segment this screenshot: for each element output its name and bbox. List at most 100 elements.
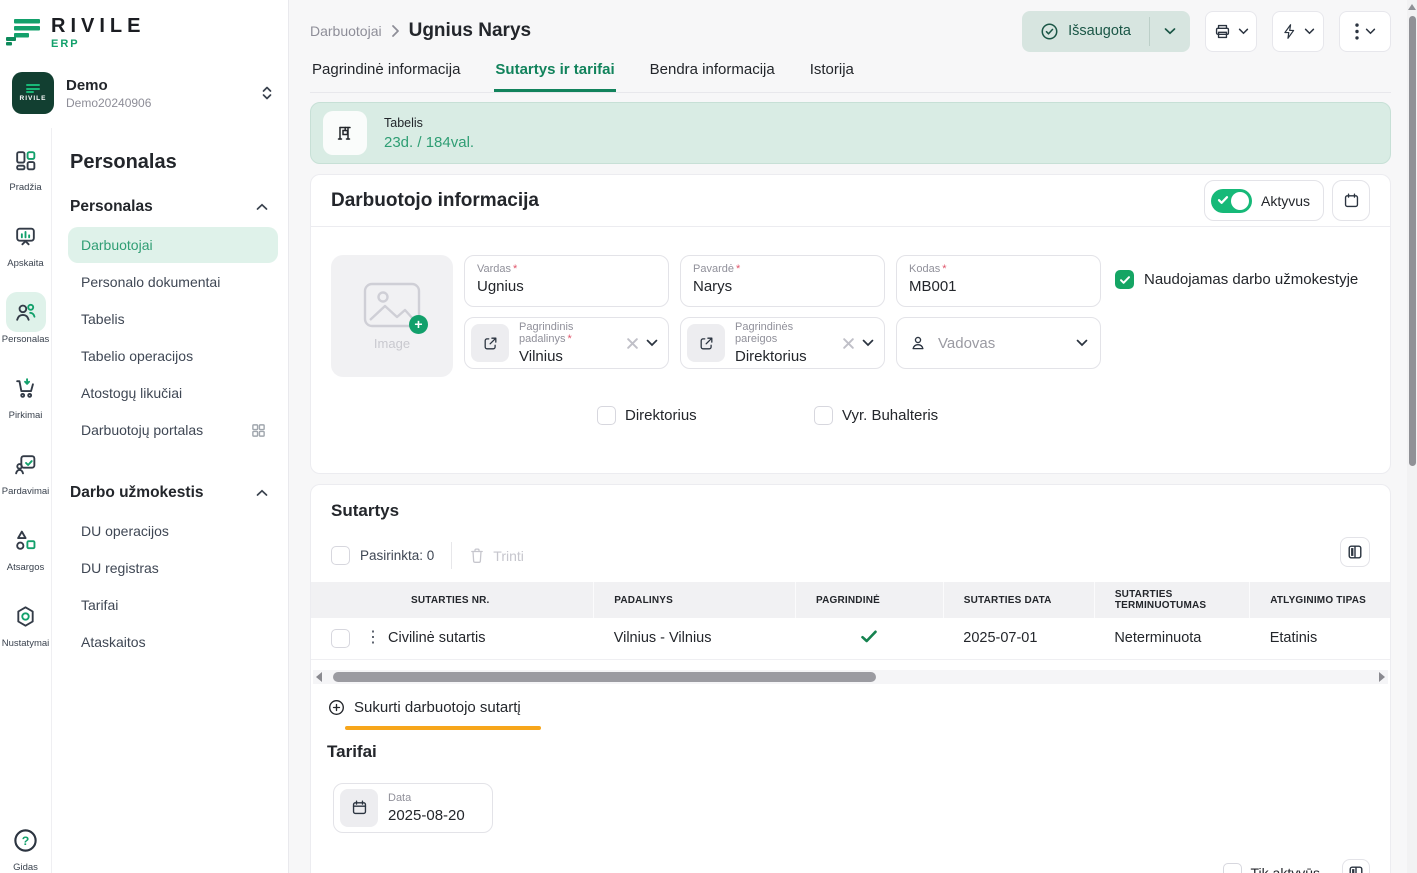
tab-bendra-informacija[interactable]: Bendra informacija xyxy=(649,54,776,92)
toggle-switch[interactable] xyxy=(1211,189,1252,213)
main-position-select[interactable]: Pagrindinės pareigos Direktorius xyxy=(680,317,885,369)
external-link-icon[interactable] xyxy=(687,324,725,362)
grid-icon xyxy=(251,423,266,438)
org-logo: RIVILE xyxy=(12,72,54,114)
scroll-up-arrow[interactable] xyxy=(1408,4,1416,10)
column-settings-button[interactable] xyxy=(1342,859,1370,873)
chevron-right-icon xyxy=(391,24,400,38)
rivile-logo-icon xyxy=(6,13,42,47)
chevron-down-icon[interactable] xyxy=(646,339,658,347)
gear-icon xyxy=(6,596,46,636)
col-atlyginimo-tipas[interactable]: ATLYGINIMO TIPAS xyxy=(1250,582,1390,618)
col-padalinys[interactable]: PADALINYS xyxy=(594,582,796,618)
scroll-right-arrow[interactable] xyxy=(1379,672,1385,682)
menu-group-personalas[interactable]: Personalas xyxy=(68,188,278,226)
table-row[interactable]: ⋮ Civilinė sutartis Vilnius - Vilnius 20… xyxy=(311,618,1390,659)
code-value: MB001 xyxy=(909,278,1088,295)
external-link-icon[interactable] xyxy=(471,324,509,362)
row-kebab-icon[interactable]: ⋮ xyxy=(365,631,373,645)
sidebar-item-du-operacijos[interactable]: DU operacijos xyxy=(68,513,278,549)
rail-item-pradzia[interactable]: Pradžia xyxy=(0,140,52,193)
sidebar-item-darbuotoju-portalas[interactable]: Darbuotojų portalas xyxy=(68,412,278,448)
tab-sutartys-ir-tarifai[interactable]: Sutartys ir tarifai xyxy=(494,54,615,92)
selected-count[interactable]: Pasirinkta: 0 xyxy=(331,546,434,565)
manager-placeholder: Vadovas xyxy=(938,335,1065,352)
saved-split-button[interactable]: Išsaugota xyxy=(1022,11,1190,52)
col-sutarties-nr[interactable]: SUTARTIES NR. xyxy=(311,582,594,618)
tab-pagrindine-informacija[interactable]: Pagrindinė informacija xyxy=(311,54,461,92)
sidebar-item-tabelio-operacijos[interactable]: Tabelio operacijos xyxy=(68,338,278,374)
brand-subtitle: ERP xyxy=(51,38,145,50)
checkbox[interactable] xyxy=(1223,863,1242,873)
cart-icon xyxy=(6,368,46,408)
sidebar-item-personalo-dokumentai[interactable]: Personalo dokumentai xyxy=(68,264,278,300)
rail-item-atsargos[interactable]: Atsargos xyxy=(0,520,52,573)
brand-logo: RIVILE ERP xyxy=(0,0,288,62)
delete-button[interactable]: Trinti xyxy=(469,547,524,564)
chevron-up-icon xyxy=(256,489,268,497)
code-field[interactable]: Kodas* MB001 xyxy=(896,255,1101,307)
saved-button-label: Išsaugota xyxy=(1068,23,1131,39)
vertical-scrollbar[interactable] xyxy=(1407,0,1417,873)
col-pagrindine[interactable]: PAGRINDINĖ xyxy=(795,582,943,618)
rail-item-gidas[interactable]: ? Gidas xyxy=(0,820,52,873)
rail-item-pirkimai[interactable]: Pirkimai xyxy=(0,368,52,421)
rail-item-nustatymai[interactable]: Nustatymai xyxy=(0,596,52,649)
menu-group-darbo-uzmokestis[interactable]: Darbo užmokestis xyxy=(68,474,278,512)
clear-icon[interactable] xyxy=(842,337,855,350)
tariff-date-field[interactable]: Data 2025-08-20 xyxy=(333,783,493,833)
checkbox-checked[interactable] xyxy=(1115,270,1134,289)
saved-dropdown-toggle[interactable] xyxy=(1150,11,1190,52)
checkbox-direktorius[interactable]: Direktorius xyxy=(597,406,814,425)
sidebar-item-du-registras[interactable]: DU registras xyxy=(68,550,278,586)
clear-icon[interactable] xyxy=(626,337,639,350)
org-selector[interactable]: RIVILE Demo Demo20240906 xyxy=(0,62,288,128)
sidebar-item-ataskaitos[interactable]: Ataskaitos xyxy=(68,624,278,660)
payroll-checkbox[interactable]: Naudojamas darbo užmokestyje xyxy=(1115,270,1358,289)
calendar-icon xyxy=(340,789,378,827)
contract-nr[interactable]: Civilinė sutartis xyxy=(388,630,486,646)
active-toggle[interactable]: Aktyvus xyxy=(1204,180,1324,221)
scroll-left-arrow[interactable] xyxy=(316,672,322,682)
col-sutarties-terminuotumas[interactable]: SUTARTIES TERMINUOTUMAS xyxy=(1094,582,1249,618)
calendar-button[interactable] xyxy=(1332,180,1370,221)
column-settings-button[interactable] xyxy=(1340,537,1370,567)
only-active-checkbox[interactable]: Tik aktyvūs xyxy=(1223,863,1321,873)
scrollbar-thumb[interactable] xyxy=(1409,16,1416,466)
last-name-field[interactable]: Pavardė* Narys xyxy=(680,255,885,307)
row-checkbox[interactable] xyxy=(331,629,350,648)
tariff-date-value: 2025-08-20 xyxy=(388,807,465,824)
checkbox[interactable] xyxy=(597,406,616,425)
sidebar-item-tabelis[interactable]: Tabelis xyxy=(68,301,278,337)
select-all-checkbox[interactable] xyxy=(331,546,350,565)
quick-actions-button[interactable] xyxy=(1272,11,1324,52)
main-department-select[interactable]: Pagrindinis padalinys* Vilnius xyxy=(464,317,669,369)
image-placeholder-label: Image xyxy=(374,336,410,351)
more-menu-button[interactable] xyxy=(1339,11,1391,52)
checkbox-vyr-buhalteris[interactable]: Vyr. Buhalteris xyxy=(814,406,1031,425)
manager-select[interactable]: Vadovas xyxy=(896,317,1101,369)
sidebar: RIVILE ERP RIVILE Demo Demo20240906 xyxy=(0,0,289,873)
chevron-down-icon[interactable] xyxy=(1076,339,1088,347)
sidebar-item-tarifai[interactable]: Tarifai xyxy=(68,587,278,623)
scrollbar-thumb[interactable] xyxy=(333,672,876,682)
banner-value: 23d. / 184val. xyxy=(384,134,474,151)
sidebar-item-darbuotojai[interactable]: Darbuotojai xyxy=(68,227,278,263)
sales-screen-icon xyxy=(6,444,46,484)
sidebar-item-atostogu-likuciai[interactable]: Atostogų likučiai xyxy=(68,375,278,411)
checkbox[interactable] xyxy=(814,406,833,425)
print-button[interactable] xyxy=(1205,11,1257,52)
rail-item-personalas[interactable]: Personalas xyxy=(0,292,52,345)
horizontal-scrollbar[interactable] xyxy=(313,670,1388,684)
employee-photo-upload[interactable]: + Image xyxy=(331,255,453,377)
tab-istorija[interactable]: Istorija xyxy=(809,54,855,92)
first-name-field[interactable]: Vardas* Ugnius xyxy=(464,255,669,307)
breadcrumb-parent[interactable]: Darbuotojai xyxy=(310,23,382,39)
chevron-down-icon[interactable] xyxy=(862,339,874,347)
rail-item-apskaita[interactable]: Apskaita xyxy=(0,216,52,269)
col-sutarties-data[interactable]: SUTARTIES DATA xyxy=(943,582,1094,618)
rail-item-pardavimai[interactable]: Pardavimai xyxy=(0,444,52,497)
contract-terminuotumas: Neterminuota xyxy=(1094,618,1249,659)
icon-rail: Pradžia Apskaita xyxy=(0,128,52,873)
create-contract-link[interactable]: Sukurti darbuotojo sutartį xyxy=(328,699,521,716)
